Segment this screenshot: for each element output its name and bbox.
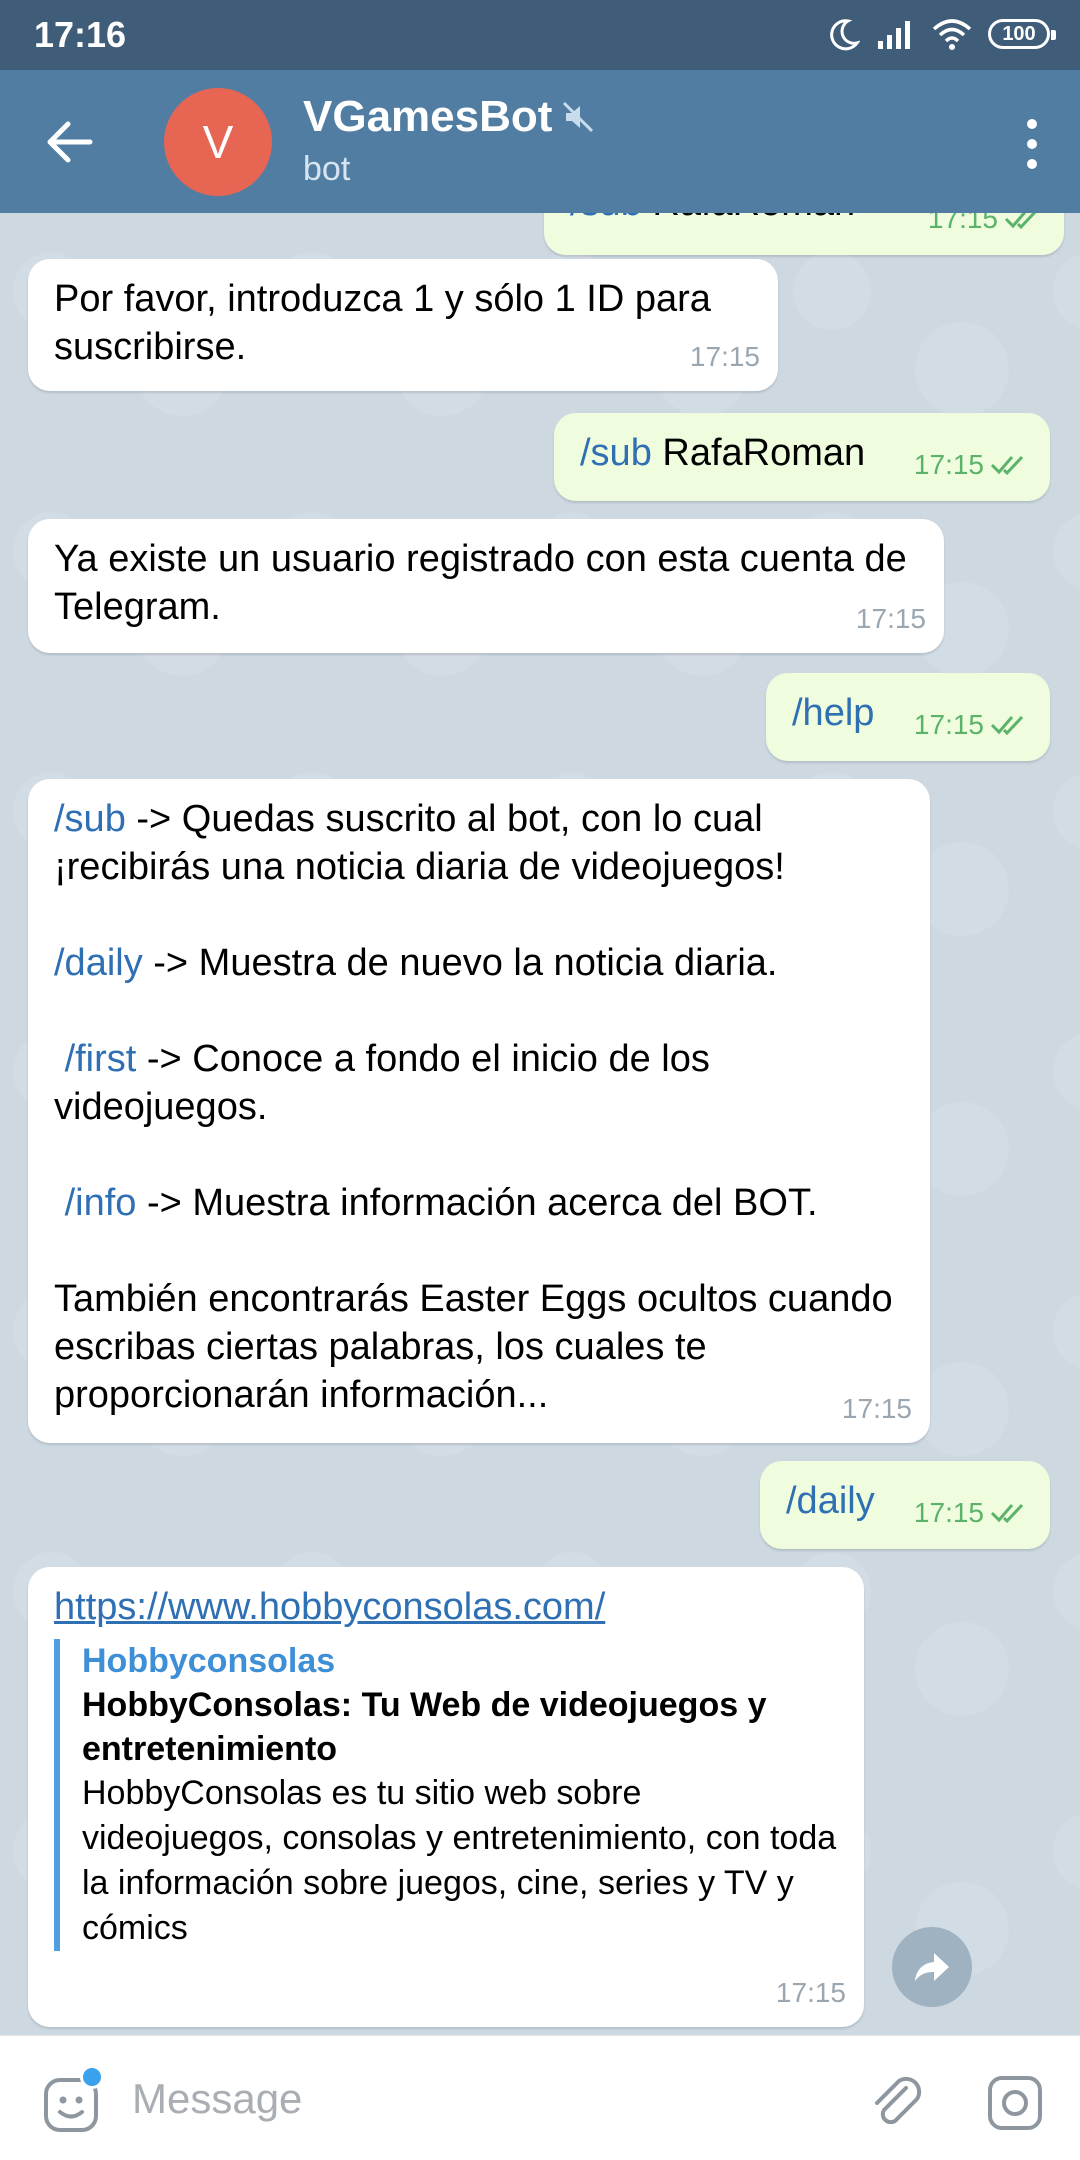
command-link[interactable]: /sub	[570, 213, 642, 224]
chat-title: VGamesBot	[303, 92, 596, 142]
message-list[interactable]: /sub RafaRoman 17:15 Por favor, introduz…	[0, 213, 1080, 2035]
message-text: RafaRoman	[642, 213, 855, 224]
outgoing-message[interactable]: /sub RafaRoman 17:15	[544, 213, 1064, 255]
new-stickers-badge	[80, 2065, 104, 2089]
message-text: Ya existe un usuario registrado con esta…	[54, 538, 907, 628]
message-text: RafaRoman	[651, 432, 866, 474]
share-button[interactable]	[892, 1927, 972, 2007]
paperclip-icon[interactable]	[866, 2072, 928, 2134]
help-daily: /daily -> Muestra de nuevo la noticia di…	[54, 939, 906, 987]
share-icon	[915, 1953, 949, 1981]
help-text: /sub -> Quedas suscrito al bot, con lo c…	[54, 795, 906, 1419]
outgoing-message[interactable]: /sub RafaRoman 17:15	[554, 413, 1050, 501]
status-time: 17:16	[34, 14, 127, 55]
message-time: 17:15	[914, 701, 1030, 749]
help-info-text: -> Muestra información acerca del BOT.	[136, 1182, 818, 1224]
double-check-icon	[990, 715, 1024, 736]
status-icons: 100	[826, 14, 1056, 54]
chat-subtitle: bot	[303, 150, 351, 188]
message-text: Por favor, introduzca 1 y sólo 1 ID para…	[54, 278, 711, 368]
time-text: 17:15	[913, 709, 984, 740]
message-time: 17:15	[914, 1489, 1030, 1537]
do-not-disturb-icon	[830, 19, 860, 51]
arrow-left-icon[interactable]	[42, 114, 98, 170]
help-first-text: -> Conoce a fondo el inicio de los video…	[54, 1038, 721, 1128]
double-check-icon	[990, 455, 1024, 476]
link-preview[interactable]: Hobbyconsolas HobbyConsolas: Tu Web de v…	[54, 1639, 838, 1951]
help-sub: /sub -> Quedas suscrito al bot, con lo c…	[54, 795, 906, 891]
command-link[interactable]: /daily	[786, 1480, 875, 1522]
chat-header: V VGamesBot bot	[0, 70, 1080, 213]
command-link[interactable]: /info	[54, 1182, 137, 1224]
outgoing-message[interactable]: /help 17:15	[766, 673, 1050, 761]
avatar[interactable]: V	[164, 88, 272, 196]
incoming-message[interactable]: Por favor, introduzca 1 y sólo 1 ID para…	[28, 259, 778, 391]
battery-icon: 100	[988, 19, 1056, 49]
chat-title-area[interactable]: VGamesBot bot	[303, 92, 596, 189]
camera-icon[interactable]	[984, 2072, 1046, 2134]
incoming-message[interactable]: https://www.hobbyconsolas.com/ Hobbycons…	[28, 1567, 864, 2027]
time-text: 17:15	[927, 213, 998, 234]
incoming-message[interactable]: /sub -> Quedas suscrito al bot, con lo c…	[28, 779, 930, 1443]
help-first: /first -> Conoce a fondo el inicio de lo…	[54, 1035, 906, 1131]
more-vertical-icon[interactable]	[1022, 116, 1042, 172]
message-time: 17:15	[855, 603, 926, 634]
time-text: 17:15	[913, 1497, 984, 1528]
help-daily-text: -> Muestra de nuevo la noticia diaria.	[142, 942, 778, 984]
message-link[interactable]: https://www.hobbyconsolas.com/	[54, 1583, 838, 1631]
message-time: 17:15	[928, 213, 1044, 243]
help-easter-eggs: También encontrarás Easter Eggs ocultos …	[54, 1278, 893, 1416]
preview-title: HobbyConsolas: Tu Web de videojuegos y e…	[82, 1686, 767, 1768]
preview-description: HobbyConsolas es tu sitio web sobre vide…	[82, 1774, 837, 1947]
double-check-icon	[1004, 213, 1037, 230]
time-text: 17:15	[913, 449, 984, 480]
outgoing-message[interactable]: /daily 17:15	[760, 1461, 1050, 1549]
command-link[interactable]: /daily	[54, 942, 143, 984]
help-info: /info -> Muestra información acerca del …	[54, 1179, 906, 1227]
command-link[interactable]: /sub	[580, 432, 652, 474]
message-time: 17:15	[689, 341, 760, 372]
avatar-letter: V	[202, 116, 234, 168]
incoming-message[interactable]: Ya existe un usuario registrado con esta…	[28, 519, 944, 653]
wifi-icon	[932, 19, 972, 50]
preview-site-name: Hobbyconsolas	[82, 1642, 336, 1680]
command-link[interactable]: /sub	[54, 798, 126, 840]
message-input[interactable]	[132, 2066, 822, 2132]
message-time: 17:15	[841, 1393, 912, 1424]
command-link[interactable]: /first	[54, 1038, 137, 1080]
signal-icon	[878, 21, 910, 49]
command-link[interactable]: /help	[792, 692, 874, 734]
message-time: 17:15	[775, 1977, 846, 2008]
chat-name: VGamesBot	[303, 92, 553, 141]
message-time: 17:15	[914, 441, 1030, 489]
status-bar: 17:16 100	[0, 0, 1080, 70]
message-input-bar	[0, 2035, 1080, 2160]
help-sub-text: -> Quedas suscrito al bot, con lo cual ¡…	[54, 798, 785, 888]
muted-speaker-icon	[563, 101, 594, 133]
battery-level: 100	[1002, 22, 1036, 45]
double-check-icon	[990, 1503, 1024, 1524]
